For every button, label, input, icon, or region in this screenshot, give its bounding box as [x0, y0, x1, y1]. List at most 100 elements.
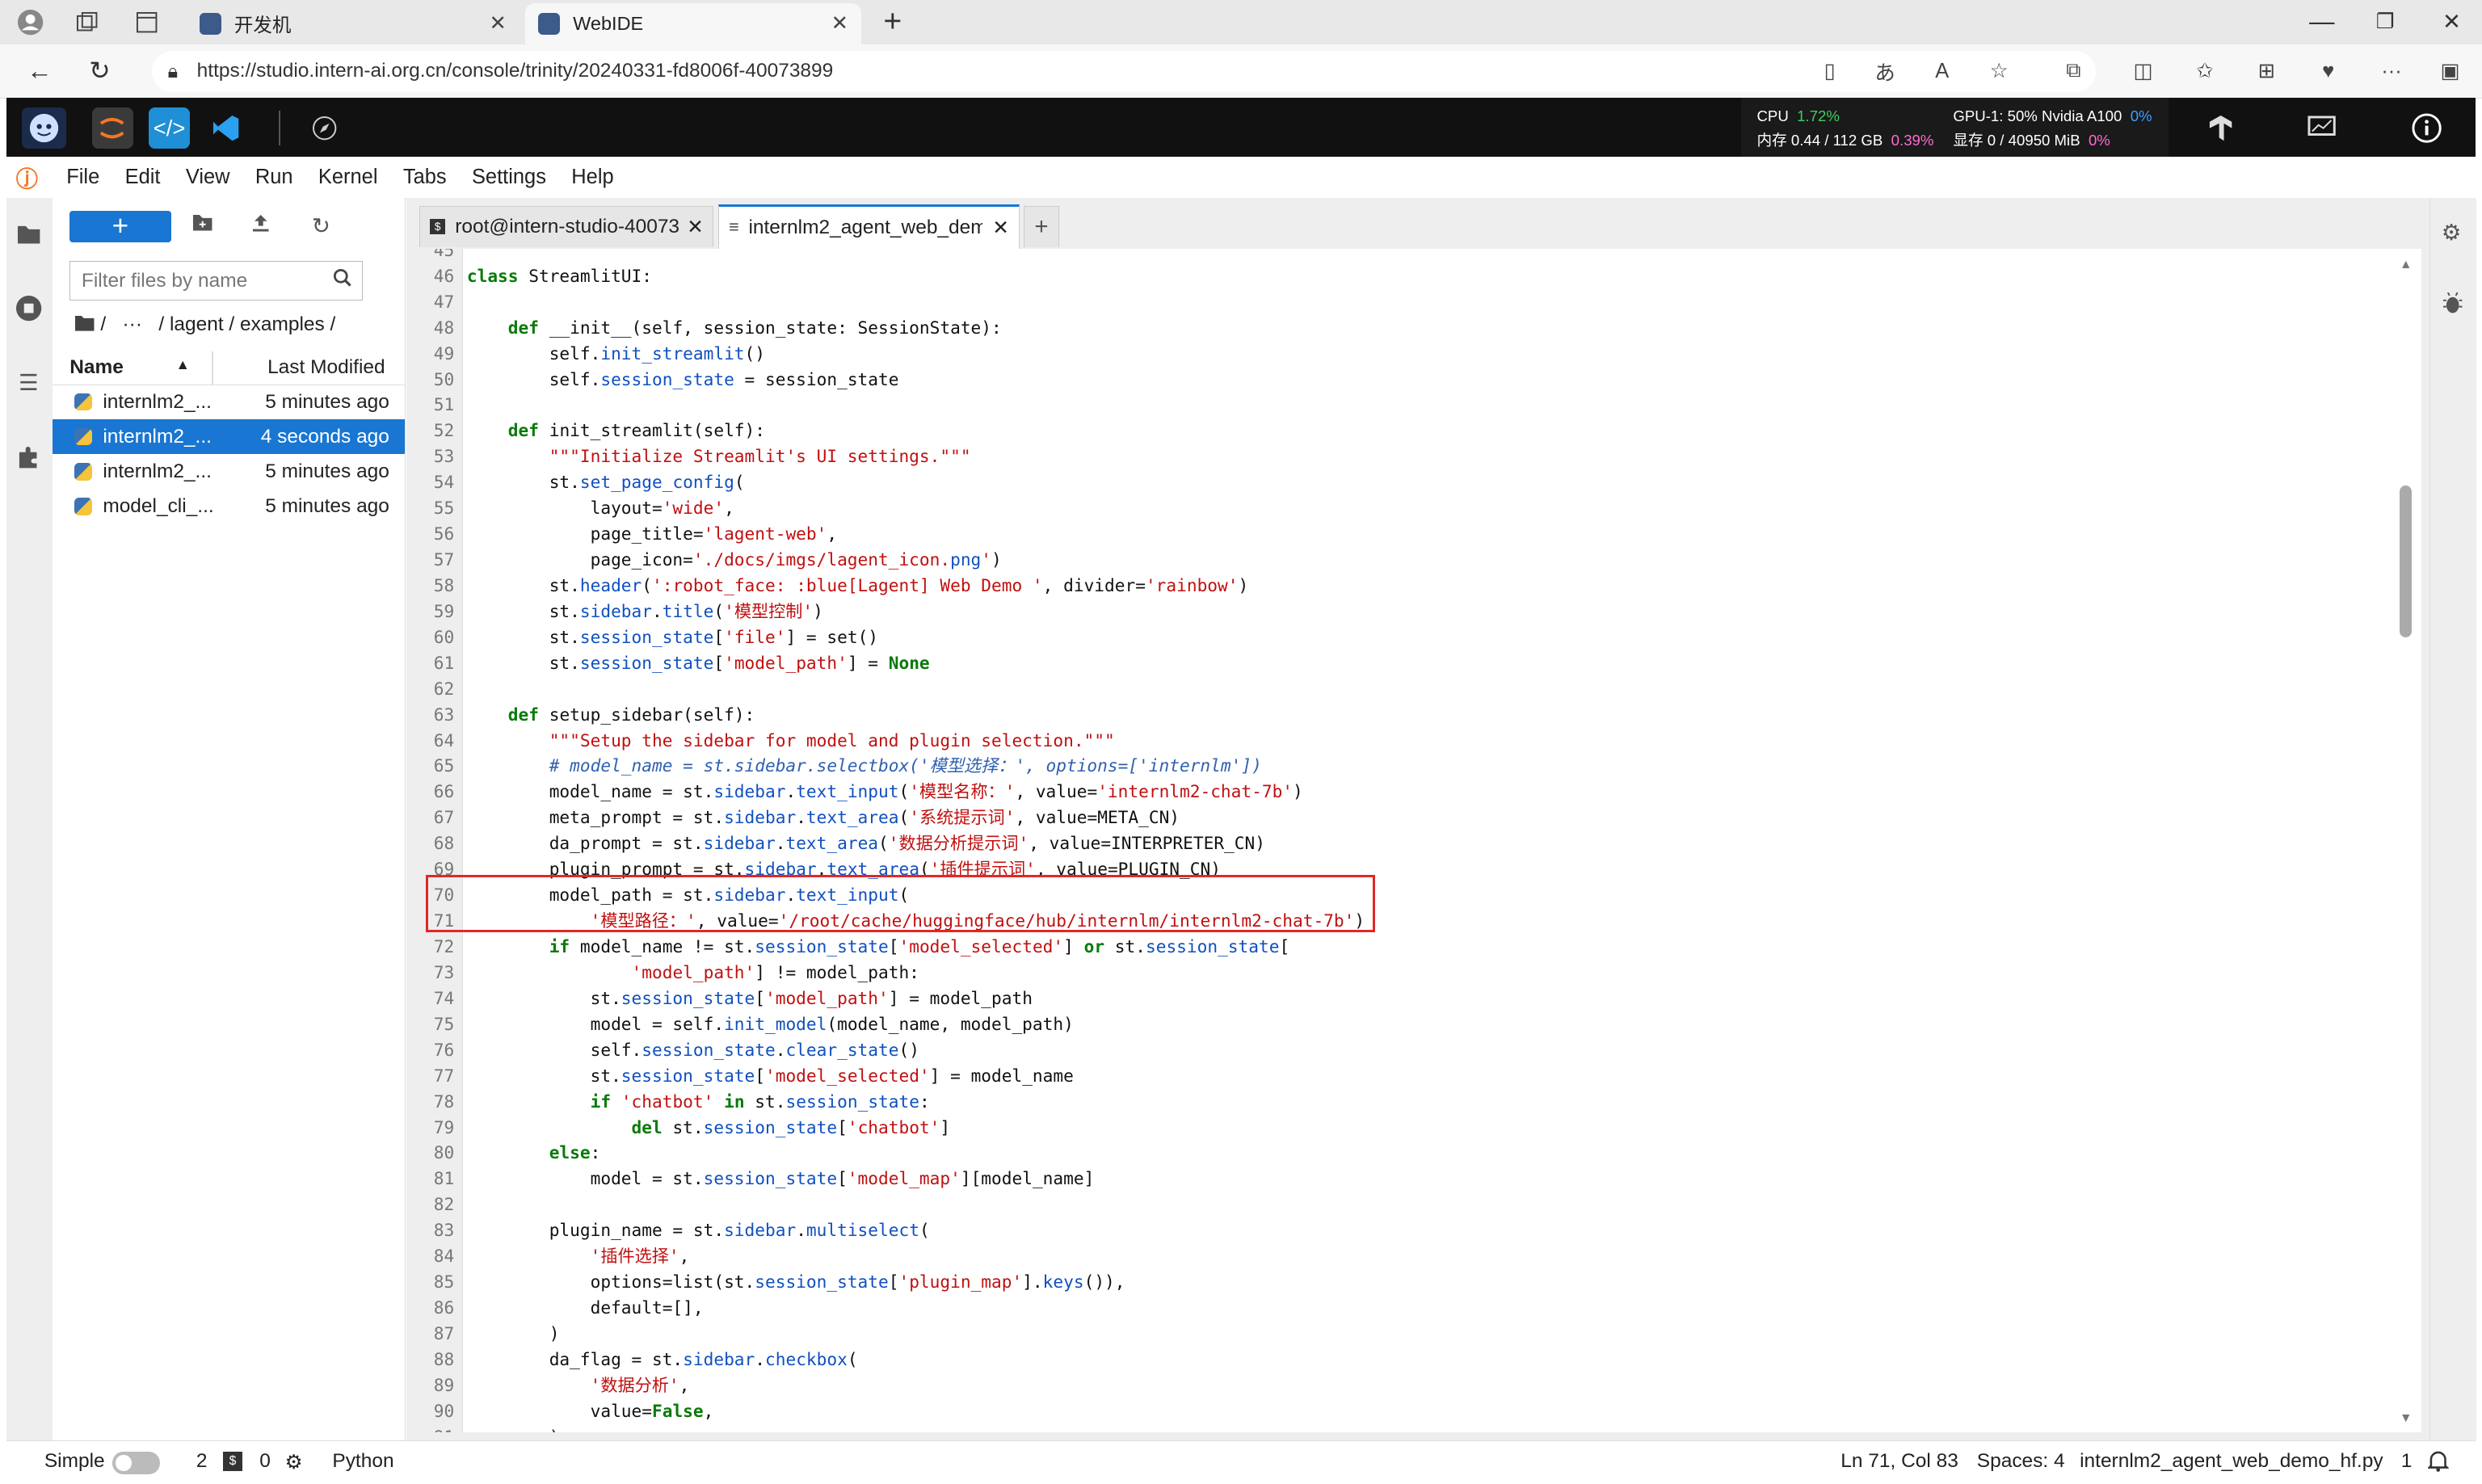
code-line[interactable]: 50 self.session_state = session_state [414, 367, 2377, 393]
code-line[interactable]: 87 ) [414, 1321, 2377, 1347]
code-line[interactable]: 73 'model_path'] != model_path: [414, 960, 2377, 986]
bell-icon[interactable] [2426, 1450, 2450, 1478]
tab-python-file[interactable]: ≡ internlm2_agent_web_dem ✕ [718, 204, 1020, 249]
new-tab-icon[interactable]: + [875, 4, 910, 40]
favorite-star-icon[interactable]: ☆ [1982, 54, 2017, 89]
menu-settings[interactable]: Settings [472, 166, 546, 189]
intern-logo-icon[interactable] [22, 107, 67, 149]
terminal-icon[interactable]: $ [223, 1452, 242, 1471]
split-screen-icon[interactable]: ◫ [2126, 54, 2160, 89]
vscode-icon[interactable] [206, 107, 247, 149]
code-line[interactable]: 84 '插件选择', [414, 1243, 2377, 1269]
file-row[interactable]: internlm2_... 5 minutes ago [53, 385, 406, 419]
breadcrumb-path[interactable]: / ··· / lagent / examples / [100, 313, 335, 335]
translate-icon[interactable]: あ [1868, 54, 1903, 89]
code-line[interactable]: 55 layout='wide', [414, 495, 2377, 521]
code-line[interactable]: 82 [414, 1192, 2377, 1217]
kernel-count[interactable]: 0 [259, 1450, 271, 1473]
new-launcher-button[interactable]: + [69, 210, 171, 242]
simple-mode-toggle[interactable] [112, 1452, 160, 1474]
sidebar-toggle-icon[interactable]: ▣ [2433, 54, 2467, 89]
running-kernels-icon[interactable] [15, 294, 43, 322]
kernel-name[interactable]: Python [332, 1450, 393, 1473]
code-line[interactable]: 58 st.header(':robot_face: :blue[Lagent]… [414, 573, 2377, 599]
jupyter-app-icon[interactable] [91, 107, 133, 149]
restore-window-icon[interactable]: ❐ [2368, 5, 2403, 40]
close-tab-icon[interactable]: ✕ [490, 11, 507, 36]
browser-tab-webide[interactable]: WebIDE ✕ [525, 2, 861, 44]
indentation-setting[interactable]: Spaces: 4 [1977, 1450, 2065, 1473]
code-line[interactable]: 85 options=list(st.session_state['plugin… [414, 1269, 2377, 1295]
code-line[interactable]: 47 [414, 289, 2377, 315]
add-tab-icon[interactable]: + [1024, 205, 1059, 247]
code-line[interactable]: 91 ) [414, 1424, 2377, 1432]
tensorflow-icon[interactable] [2200, 107, 2241, 149]
code-line[interactable]: 67 meta_prompt = st.sidebar.text_area('系… [414, 805, 2377, 830]
monitor-icon[interactable] [2301, 107, 2342, 149]
close-window-icon[interactable]: ✕ [2434, 5, 2469, 40]
vertical-scrollbar-thumb[interactable] [2399, 486, 2413, 638]
last-modified-column-header[interactable]: Last Modified [267, 356, 385, 379]
profile-icon[interactable] [13, 5, 48, 40]
code-line[interactable]: 77 st.session_state['model_selected'] = … [414, 1063, 2377, 1089]
code-line[interactable]: 74 st.session_state['model_path'] = mode… [414, 986, 2377, 1011]
more-menu-icon[interactable]: ··· [2375, 54, 2409, 89]
read-aloud-icon[interactable]: A [1925, 54, 1959, 89]
code-line[interactable]: 78 if 'chatbot' in st.session_state: [414, 1089, 2377, 1115]
close-tab-icon[interactable]: ✕ [687, 215, 704, 239]
cursor-position[interactable]: Ln 71, Col 83 [1840, 1450, 1958, 1473]
filter-files-input[interactable]: Filter files by name [69, 261, 363, 301]
menu-view[interactable]: View [186, 166, 230, 189]
compass-icon[interactable] [304, 107, 345, 149]
menu-run[interactable]: Run [255, 166, 293, 189]
upload-icon[interactable] [251, 213, 271, 238]
menu-kernel[interactable]: Kernel [318, 166, 378, 189]
code-line[interactable]: 79 del st.session_state['chatbot'] [414, 1115, 2377, 1141]
code-line[interactable]: 80 else: [414, 1140, 2377, 1166]
code-line[interactable]: 46 class StreamlitUI: [414, 263, 2377, 289]
scroll-up-icon[interactable]: ▲ [2400, 258, 2413, 272]
collections-icon[interactable]: ⊞ [2249, 54, 2284, 89]
breadcrumb[interactable]: / ··· / lagent / examples / [74, 313, 335, 336]
folder-icon[interactable] [15, 220, 43, 248]
code-line[interactable]: 57 page_icon='./docs/imgs/lagent_icon.pn… [414, 547, 2377, 573]
code-line[interactable]: 45 [414, 249, 2377, 263]
notification-count[interactable]: 1 [2401, 1450, 2413, 1473]
favorites-icon[interactable]: ✩ [2187, 54, 2222, 89]
code-line[interactable]: 59 st.sidebar.title('模型控制') [414, 599, 2377, 624]
code-line[interactable]: 62 [414, 676, 2377, 702]
code-line[interactable]: 60 st.session_state['file'] = set() [414, 624, 2377, 650]
code-line[interactable]: 53 """Initialize Streamlit's UI settings… [414, 444, 2377, 469]
refresh-files-icon[interactable]: ↻ [312, 213, 330, 239]
close-tab-icon[interactable]: ✕ [992, 216, 1009, 240]
name-column-header[interactable]: Name [69, 356, 124, 379]
code-line[interactable]: 68 da_prompt = st.sidebar.text_area('数据分… [414, 830, 2377, 856]
tab-terminal[interactable]: $ root@intern-studio-40073 ✕ [419, 205, 714, 247]
code-line[interactable]: 81 model = st.session_state['model_map']… [414, 1166, 2377, 1192]
file-row[interactable]: internlm2_... 5 minutes ago [53, 454, 406, 489]
property-inspector-icon[interactable]: ⚙ [2442, 220, 2462, 246]
scroll-down-icon[interactable]: ▼ [2400, 1411, 2413, 1426]
tab-actions-icon[interactable] [130, 5, 165, 40]
address-bar[interactable]: 🔒︎ https://studio.intern-ai.org.cn/conso… [152, 50, 2096, 92]
performance-icon[interactable]: ♥ [2311, 54, 2345, 89]
reading-view-icon[interactable]: ▯ [1812, 54, 1847, 89]
code-line[interactable]: 49 self.init_streamlit() [414, 341, 2377, 367]
extensions-puzzle-icon[interactable] [15, 444, 43, 472]
code-line[interactable]: 61 st.session_state['model_path'] = None [414, 650, 2377, 676]
code-line[interactable]: 54 st.set_page_config( [414, 469, 2377, 495]
new-folder-icon[interactable] [191, 213, 213, 238]
menu-tabs[interactable]: Tabs [403, 166, 447, 189]
debugger-bug-icon[interactable] [2442, 292, 2463, 320]
minimize-window-icon[interactable]: — [2304, 5, 2339, 40]
code-editor-icon[interactable]: </> [149, 107, 191, 149]
code-editor[interactable]: 45 46 class StreamlitUI: 47 48 def __init__(… [414, 248, 2422, 1432]
menu-file[interactable]: File [66, 166, 99, 189]
back-icon[interactable]: ← [22, 54, 57, 89]
code-line[interactable]: 75 model = self.init_model(model_name, m… [414, 1011, 2377, 1037]
sort-ascending-icon[interactable]: ▲ [175, 356, 189, 373]
code-line[interactable]: 65 # model_name = st.sidebar.selectbox('… [414, 753, 2377, 779]
code-line[interactable]: 48 def __init__(self, session_state: Ses… [414, 315, 2377, 341]
refresh-icon[interactable]: ↻ [82, 54, 117, 89]
file-row[interactable]: model_cli_... 5 minutes ago [53, 489, 406, 523]
